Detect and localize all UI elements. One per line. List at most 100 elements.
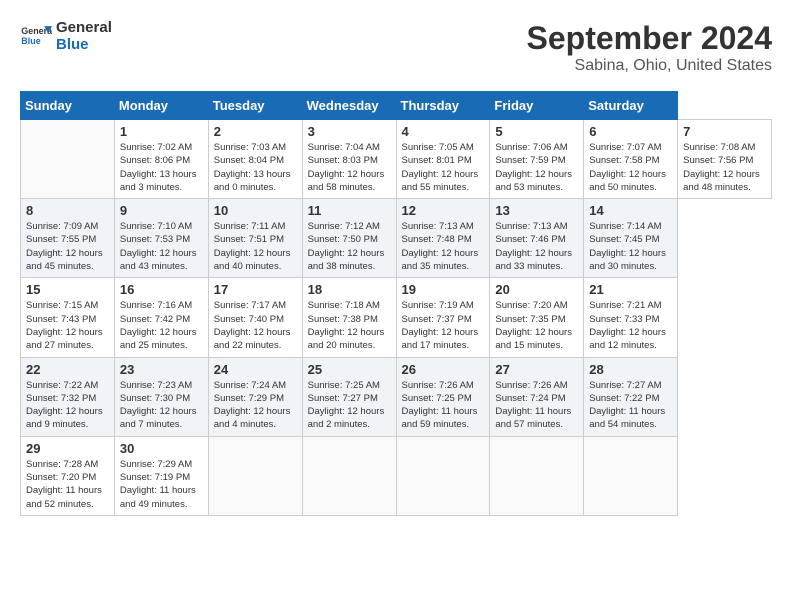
svg-text:Blue: Blue: [21, 36, 40, 46]
daylight-text: Daylight: 12 hours and 45 minutes.: [26, 247, 109, 274]
day-info: Sunrise: 7:27 AMSunset: 7:22 PMDaylight:…: [589, 379, 672, 432]
day-number: 3: [308, 124, 391, 139]
daylight-text: Daylight: 12 hours and 50 minutes.: [589, 168, 672, 195]
calendar-cell: 29Sunrise: 7:28 AMSunset: 7:20 PMDayligh…: [21, 436, 115, 515]
sunset-text: Sunset: 7:55 PM: [26, 233, 109, 246]
daylight-text: Daylight: 12 hours and 2 minutes.: [308, 405, 391, 432]
sunrise-text: Sunrise: 7:22 AM: [26, 379, 109, 392]
logo-icon: General Blue: [20, 21, 52, 53]
sunset-text: Sunset: 7:46 PM: [495, 233, 578, 246]
logo-blue: Blue: [56, 37, 112, 54]
calendar-cell: 5Sunrise: 7:06 AMSunset: 7:59 PMDaylight…: [490, 120, 584, 199]
header-friday: Friday: [490, 92, 584, 120]
calendar-cell: [302, 436, 396, 515]
day-number: 29: [26, 441, 109, 456]
sunset-text: Sunset: 7:53 PM: [120, 233, 203, 246]
day-number: 18: [308, 282, 391, 297]
day-info: Sunrise: 7:13 AMSunset: 7:46 PMDaylight:…: [495, 220, 578, 273]
day-info: Sunrise: 7:22 AMSunset: 7:32 PMDaylight:…: [26, 379, 109, 432]
sunrise-text: Sunrise: 7:17 AM: [214, 299, 297, 312]
calendar-cell: 6Sunrise: 7:07 AMSunset: 7:58 PMDaylight…: [584, 120, 678, 199]
sunset-text: Sunset: 7:45 PM: [589, 233, 672, 246]
sunrise-text: Sunrise: 7:13 AM: [495, 220, 578, 233]
sunset-text: Sunset: 8:01 PM: [402, 154, 485, 167]
day-info: Sunrise: 7:04 AMSunset: 8:03 PMDaylight:…: [308, 141, 391, 194]
sunrise-text: Sunrise: 7:03 AM: [214, 141, 297, 154]
calendar-cell: [490, 436, 584, 515]
day-number: 6: [589, 124, 672, 139]
sunset-text: Sunset: 7:51 PM: [214, 233, 297, 246]
daylight-text: Daylight: 12 hours and 9 minutes.: [26, 405, 109, 432]
header-saturday: Saturday: [584, 92, 678, 120]
sunrise-text: Sunrise: 7:24 AM: [214, 379, 297, 392]
calendar-cell: 10Sunrise: 7:11 AMSunset: 7:51 PMDayligh…: [208, 199, 302, 278]
day-number: 23: [120, 362, 203, 377]
day-number: 17: [214, 282, 297, 297]
calendar-cell: [208, 436, 302, 515]
day-number: 13: [495, 203, 578, 218]
calendar-week-row: 22Sunrise: 7:22 AMSunset: 7:32 PMDayligh…: [21, 357, 772, 436]
day-number: 15: [26, 282, 109, 297]
daylight-text: Daylight: 12 hours and 25 minutes.: [120, 326, 203, 353]
calendar-cell: 18 Sunrise: 7:18 AMSunset: 7:38 PMDayligh…: [302, 278, 396, 357]
day-info: Sunrise: 7:24 AMSunset: 7:29 PMDaylight:…: [214, 379, 297, 432]
calendar-cell: 8Sunrise: 7:09 AMSunset: 7:55 PMDaylight…: [21, 199, 115, 278]
day-info: Sunrise: 7:21 AMSunset: 7:33 PMDaylight:…: [589, 299, 672, 352]
title-area: September 2024 Sabina, Ohio, United Stat…: [527, 20, 772, 75]
day-number: 30: [120, 441, 203, 456]
daylight-text: Daylight: 11 hours and 59 minutes.: [402, 405, 485, 432]
daylight-text: Daylight: 12 hours and 4 minutes.: [214, 405, 297, 432]
sunset-text: Sunset: 7:37 PM: [402, 313, 485, 326]
day-info: Sunrise: 7:25 AMSunset: 7:27 PMDaylight:…: [308, 379, 391, 432]
calendar-cell: [21, 120, 115, 199]
day-number: 14: [589, 203, 672, 218]
day-info: Sunrise: 7:18 AMSunset: 7:38 PMDaylight:…: [308, 299, 391, 352]
sunset-text: Sunset: 7:48 PM: [402, 233, 485, 246]
calendar-cell: 12Sunrise: 7:13 AMSunset: 7:48 PMDayligh…: [396, 199, 490, 278]
sunrise-text: Sunrise: 7:16 AM: [120, 299, 203, 312]
header-wednesday: Wednesday: [302, 92, 396, 120]
sunset-text: Sunset: 7:32 PM: [26, 392, 109, 405]
daylight-text: Daylight: 13 hours and 0 minutes.: [214, 168, 297, 195]
day-info: Sunrise: 7:17 AMSunset: 7:40 PMDaylight:…: [214, 299, 297, 352]
month-year-title: September 2024: [527, 20, 772, 57]
daylight-text: Daylight: 12 hours and 7 minutes.: [120, 405, 203, 432]
calendar-cell: [584, 436, 678, 515]
sunrise-text: Sunrise: 7:25 AM: [308, 379, 391, 392]
header-sunday: Sunday: [21, 92, 115, 120]
daylight-text: Daylight: 12 hours and 17 minutes.: [402, 326, 485, 353]
sunrise-text: Sunrise: 7:12 AM: [308, 220, 391, 233]
calendar-week-row: 8Sunrise: 7:09 AMSunset: 7:55 PMDaylight…: [21, 199, 772, 278]
sunset-text: Sunset: 7:40 PM: [214, 313, 297, 326]
day-number: 19: [402, 282, 485, 297]
calendar-cell: 11Sunrise: 7:12 AMSunset: 7:50 PMDayligh…: [302, 199, 396, 278]
header: General Blue General Blue September 2024…: [20, 20, 772, 75]
header-tuesday: Tuesday: [208, 92, 302, 120]
sunrise-text: Sunrise: 7:21 AM: [589, 299, 672, 312]
sunrise-text: Sunrise: 7:29 AM: [120, 458, 203, 471]
day-info: Sunrise: 7:03 AMSunset: 8:04 PMDaylight:…: [214, 141, 297, 194]
sunset-text: Sunset: 7:38 PM: [308, 313, 391, 326]
calendar-week-row: 29Sunrise: 7:28 AMSunset: 7:20 PMDayligh…: [21, 436, 772, 515]
calendar-week-row: 15 Sunrise: 7:15 AMSunset: 7:43 PMDayligh…: [21, 278, 772, 357]
day-number: 7: [683, 124, 766, 139]
sunset-text: Sunset: 7:33 PM: [589, 313, 672, 326]
sunset-text: Sunset: 7:50 PM: [308, 233, 391, 246]
sunset-text: Sunset: 7:29 PM: [214, 392, 297, 405]
daylight-text: Daylight: 11 hours and 49 minutes.: [120, 484, 203, 511]
sunrise-text: Sunrise: 7:19 AM: [402, 299, 485, 312]
logo: General Blue General Blue: [20, 20, 112, 53]
sunrise-text: Sunrise: 7:28 AM: [26, 458, 109, 471]
day-info: Sunrise: 7:19 AMSunset: 7:37 PMDaylight:…: [402, 299, 485, 352]
daylight-text: Daylight: 12 hours and 48 minutes.: [683, 168, 766, 195]
calendar-cell: 9Sunrise: 7:10 AMSunset: 7:53 PMDaylight…: [114, 199, 208, 278]
location-subtitle: Sabina, Ohio, United States: [527, 57, 772, 75]
day-info: Sunrise: 7:23 AMSunset: 7:30 PMDaylight:…: [120, 379, 203, 432]
header-monday: Monday: [114, 92, 208, 120]
day-number: 4: [402, 124, 485, 139]
calendar-cell: 4Sunrise: 7:05 AMSunset: 8:01 PMDaylight…: [396, 120, 490, 199]
calendar-cell: [396, 436, 490, 515]
day-info: Sunrise: 7:15 AMSunset: 7:43 PMDaylight:…: [26, 299, 109, 352]
sunrise-text: Sunrise: 7:09 AM: [26, 220, 109, 233]
sunrise-text: Sunrise: 7:18 AM: [308, 299, 391, 312]
